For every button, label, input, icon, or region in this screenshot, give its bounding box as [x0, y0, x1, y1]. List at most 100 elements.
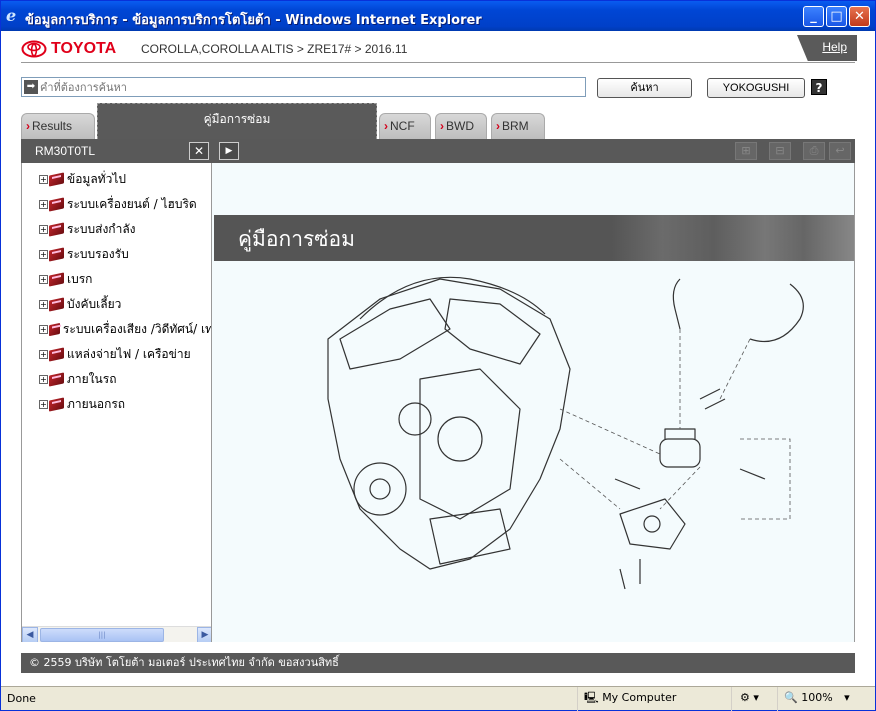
- book-icon: [48, 322, 60, 337]
- expand-plus-icon[interactable]: +: [39, 300, 48, 309]
- navigation-tree-panel: + ข้อมูลทั่วไป + ระบบเครื่องยนต์ / ไฮบริด + ร…: [21, 163, 212, 642]
- tab-repair-manual[interactable]: คู่มือการซ่อม: [97, 103, 377, 139]
- expand-plus-icon[interactable]: +: [39, 325, 48, 334]
- tree-node-label[interactable]: ระบบรองรับ: [67, 245, 129, 264]
- document-code: RM30T0TL: [35, 144, 96, 158]
- minimize-button[interactable]: _: [803, 6, 824, 27]
- help-link[interactable]: Help: [822, 40, 847, 54]
- engine-illustration: [327, 276, 804, 590]
- computer-icon: 🖳: [584, 691, 599, 704]
- horizontal-scrollbar[interactable]: ◀ ||| ▶: [22, 626, 211, 642]
- search-input[interactable]: [40, 79, 580, 95]
- chevron-right-icon: ›: [26, 119, 30, 133]
- breadcrumb: COROLLA,COROLLA ALTIS > ZRE17# > 2016.11: [141, 42, 408, 56]
- expand-plus-icon[interactable]: +: [39, 375, 48, 384]
- expand-plus-icon[interactable]: +: [39, 175, 48, 184]
- zoom-in-icon[interactable]: ⊞: [735, 142, 757, 160]
- scroll-left-icon[interactable]: ◀: [22, 627, 38, 642]
- tree-node[interactable]: + ภายนอกรถ: [22, 392, 211, 417]
- chevron-right-icon: ›: [384, 119, 388, 133]
- leader-line-4: [719, 338, 751, 400]
- crank-pulley-hub: [369, 478, 391, 500]
- oil-pan: [429, 508, 511, 565]
- tree-node-label[interactable]: ภายนอกรถ: [67, 395, 125, 414]
- expand-plus-icon[interactable]: +: [39, 350, 48, 359]
- ie-logo-icon: e: [6, 6, 17, 25]
- protected-mode-icon[interactable]: ⚙ ▾: [731, 687, 773, 711]
- idler-pulley: [398, 402, 432, 436]
- leader-line-2: [559, 458, 621, 510]
- tree-node-label[interactable]: ระบบเครื่องเสียง /วิดีทัศน์/ เท: [63, 320, 211, 339]
- help-question-icon[interactable]: ?: [811, 79, 827, 95]
- bolt-2: [739, 468, 766, 480]
- maximize-button[interactable]: □: [826, 6, 847, 27]
- security-zone[interactable]: 🖳 My Computer: [577, 687, 727, 711]
- leader-line-5: [659, 466, 701, 510]
- book-icon: [49, 397, 64, 412]
- navigation-tree: + ข้อมูลทั่วไป + ระบบเครื่องยนต์ / ไฮบริด + ร…: [22, 167, 211, 417]
- tree-node[interactable]: + บังคับเลี้ยว: [22, 292, 211, 317]
- oil-cooler-assembly: [619, 428, 701, 550]
- tree-node-label[interactable]: แหล่งจ่ายไฟ / เครือข่าย: [67, 345, 191, 364]
- search-button[interactable]: ค้นหา: [597, 78, 692, 98]
- tree-node[interactable]: + เบรก: [22, 267, 211, 292]
- close-window-button[interactable]: ✕: [849, 6, 870, 27]
- expand-plus-icon[interactable]: +: [39, 225, 48, 234]
- copyright-footer: © 2559 บริษัท โตโยต้า มอเตอร์ ประเทศไทย …: [21, 653, 855, 673]
- tree-node[interactable]: + ภายในรถ: [22, 367, 211, 392]
- repair-manual-banner: คู่มือการซ่อม: [214, 215, 854, 261]
- expand-panel-button[interactable]: ▶: [219, 142, 239, 160]
- tree-node[interactable]: + แหล่งจ่ายไฟ / เครือข่าย: [22, 342, 211, 367]
- tree-node[interactable]: + ระบบส่งกำลัง: [22, 217, 211, 242]
- tree-node[interactable]: + ข้อมูลทั่วไป: [22, 167, 211, 192]
- tree-node-label[interactable]: บังคับเลี้ยว: [67, 295, 121, 314]
- tab-brm[interactable]: › BRM: [491, 113, 545, 139]
- tree-node-label[interactable]: ข้อมูลทั่วไป: [67, 170, 126, 189]
- tab-bwd[interactable]: › BWD: [435, 113, 487, 139]
- close-panel-button[interactable]: ✕: [189, 142, 209, 160]
- expand-plus-icon[interactable]: +: [39, 400, 48, 409]
- tab-label: Results: [32, 119, 73, 133]
- zoom-out-icon[interactable]: ⊟: [769, 142, 791, 160]
- crank-pulley: [353, 462, 407, 516]
- tab-label: คู่มือการซ่อม: [203, 112, 271, 126]
- window-title: ข้อมูลการบริการ - ข้อมูลการบริการโตโยต้า…: [25, 13, 482, 28]
- yokogushi-button[interactable]: YOKOGUSHI: [707, 78, 805, 98]
- brand-name: TOYOTA: [51, 40, 117, 57]
- help-tab[interactable]: Help: [797, 35, 857, 61]
- zoom-level: 100%: [801, 691, 833, 704]
- book-icon: [49, 297, 64, 312]
- intake-runners: [359, 276, 546, 320]
- bolt-1: [699, 388, 726, 410]
- browser-window: e ข้อมูลการบริการ - ข้อมูลการบริการโตโยต…: [0, 0, 876, 711]
- tree-node[interactable]: + ระบบเครื่องเสียง /วิดีทัศน์/ เท: [22, 317, 211, 342]
- bolt-4: [619, 559, 641, 590]
- expand-plus-icon[interactable]: +: [39, 200, 48, 209]
- tree-node-label[interactable]: เบรก: [67, 270, 92, 289]
- cylinder-head-left: [339, 298, 451, 370]
- toyota-logo[interactable]: TOYOTA: [21, 39, 116, 59]
- print-icon[interactable]: ⎙: [803, 142, 825, 160]
- tree-node-label[interactable]: ภายในรถ: [67, 370, 116, 389]
- tree-node-label[interactable]: ระบบส่งกำลัง: [67, 220, 136, 239]
- tree-node-label[interactable]: ระบบเครื่องยนต์ / ไฮบริด: [67, 195, 197, 214]
- scroll-thumb[interactable]: |||: [40, 628, 164, 642]
- page-content: TOYOTA COROLLA,COROLLA ALTIS > ZRE17# > …: [5, 31, 871, 686]
- scroll-right-icon[interactable]: ▶: [197, 627, 211, 642]
- book-icon: [49, 222, 64, 237]
- expand-plus-icon[interactable]: +: [39, 275, 48, 284]
- chevron-down-icon: ▾: [844, 691, 850, 704]
- toyota-emblem-icon: [21, 40, 47, 58]
- back-icon[interactable]: ↩: [829, 142, 851, 160]
- expand-plus-icon[interactable]: +: [39, 250, 48, 259]
- leader-line-1: [559, 408, 661, 455]
- hose-right: [749, 283, 804, 343]
- tab-results[interactable]: › Results: [21, 113, 95, 139]
- tree-node[interactable]: + ระบบรองรับ: [22, 242, 211, 267]
- book-icon: [49, 372, 64, 387]
- zoom-control[interactable]: 🔍 100% ▾: [777, 687, 873, 711]
- timing-chain-cover: [419, 368, 521, 520]
- book-icon: [49, 172, 64, 187]
- tree-node[interactable]: + ระบบเครื่องยนต์ / ไฮบริด: [22, 192, 211, 217]
- tab-ncf[interactable]: › NCF: [379, 113, 431, 139]
